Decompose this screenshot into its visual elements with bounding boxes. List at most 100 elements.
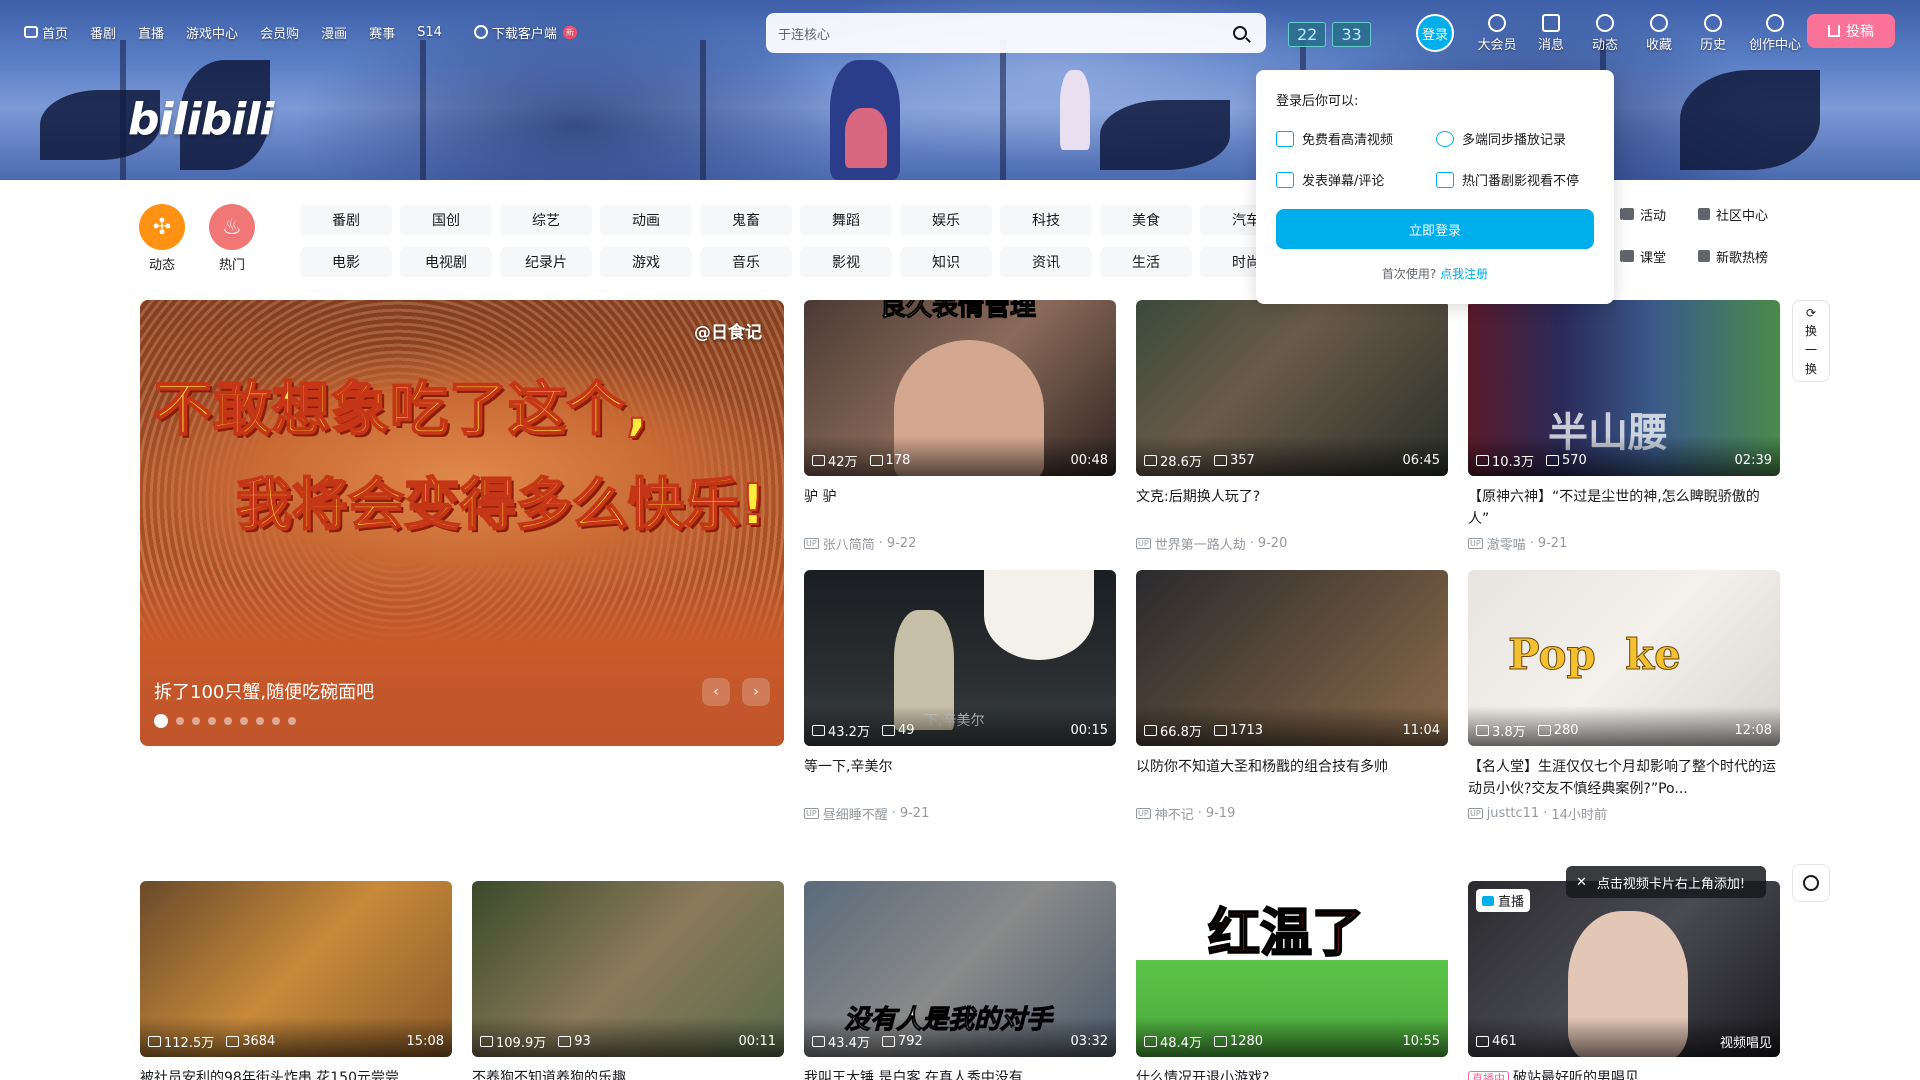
- video-card[interactable]: 109.9万 93 00:11 不养狗不知道养狗的乐趣: [472, 881, 784, 1080]
- video-thumbnail[interactable]: 28.6万 357 06:45: [1136, 300, 1448, 476]
- carousel-dot[interactable]: [154, 714, 168, 728]
- channel-tag[interactable]: 音乐: [700, 247, 792, 277]
- channel-tag[interactable]: 国创: [400, 205, 492, 235]
- video-meta[interactable]: UP 昼细睡不醒 · 9-21: [804, 804, 1116, 823]
- video-title[interactable]: 文克:后期换人玩了?: [1136, 486, 1448, 530]
- video-meta[interactable]: UP justtc11 · 14小时前: [1468, 804, 1780, 823]
- video-author[interactable]: 昼细睡不醒: [823, 804, 888, 823]
- nav-big-member[interactable]: 大会员: [1470, 14, 1524, 53]
- video-title[interactable]: 【原神六神】“不过是尘世的神,怎么睥睨骄傲的人”: [1468, 486, 1780, 530]
- search-bar[interactable]: 于连核心: [766, 13, 1266, 53]
- video-meta[interactable]: UP 澈零喵 · 9-21: [1468, 534, 1780, 553]
- video-card[interactable]: 直播 461 视频唱见 直播中 破站最好听的男唱见: [1468, 881, 1780, 1080]
- video-card[interactable]: 红温了 48.4万 1280 10:55 什么情况开退小游戏?: [1136, 881, 1448, 1080]
- nav-creator-center[interactable]: 创作中心: [1740, 14, 1810, 53]
- channel-tag[interactable]: 知识: [900, 247, 992, 277]
- channel-community[interactable]: 社区中心: [1698, 205, 1798, 224]
- video-title[interactable]: 不养狗不知道养狗的乐趣: [472, 1067, 784, 1080]
- carousel-caption[interactable]: 拆了100只蟹,随便吃碗面吧: [154, 678, 374, 704]
- nav-game-center[interactable]: 游戏中心: [186, 23, 238, 42]
- video-card[interactable]: 良久表情管理 42万 178 00:48 驴 驴 UP 张八简简 · 9-22: [804, 300, 1116, 553]
- video-card[interactable]: 下,辛美尔 43.2万 49 00:15 等一下,辛美尔 UP 昼细睡不醒·9-2…: [804, 570, 1116, 823]
- video-title[interactable]: 【名人堂】生涯仅仅七个月却影响了整个时代的运动员小伙?交友不慎经典案例?”Po.…: [1468, 756, 1780, 800]
- video-card[interactable]: 没有人是我的对手 43.4万 792 03:32 我叫王大锤,是白客,在真人秀中…: [804, 881, 1116, 1080]
- nav-dynamics[interactable]: 动态: [1578, 14, 1632, 53]
- carousel-dot[interactable]: [240, 717, 248, 725]
- header-game-ad[interactable]: 22 33: [1288, 22, 1371, 47]
- nav-messages[interactable]: 消息: [1524, 14, 1578, 53]
- search-input[interactable]: 于连核心: [778, 24, 1226, 43]
- video-author[interactable]: 神不记: [1155, 804, 1194, 823]
- watch-later-button[interactable]: [1792, 864, 1830, 902]
- channel-tag[interactable]: 番剧: [300, 205, 392, 235]
- channel-tag[interactable]: 科技: [1000, 205, 1092, 235]
- carousel-dot[interactable]: [176, 717, 184, 725]
- nav-s14[interactable]: S14: [417, 25, 442, 40]
- video-meta[interactable]: UP 张八简简 · 9-22: [804, 534, 1116, 553]
- video-thumbnail[interactable]: 良久表情管理 42万 178 00:48: [804, 300, 1116, 476]
- carousel-dot[interactable]: [256, 717, 264, 725]
- channel-tag[interactable]: 生活: [1100, 247, 1192, 277]
- video-author[interactable]: 澈零喵: [1487, 534, 1526, 553]
- video-card[interactable]: 112.5万 3684 15:08 被社员安利的98年街头炸串,花150元尝尝: [140, 881, 452, 1080]
- featured-carousel[interactable]: @日食记 不敢想象吃了这个, 我将会变得多么快乐! 拆了100只蟹,随便吃碗面吧…: [140, 300, 784, 746]
- video-thumbnail[interactable]: 66.8万 1713 11:04: [1136, 570, 1448, 746]
- nav-favorites[interactable]: 收藏: [1632, 14, 1686, 53]
- channel-tag[interactable]: 鬼畜: [700, 205, 792, 235]
- channel-tag[interactable]: 电视剧: [400, 247, 492, 277]
- channel-tag[interactable]: 动画: [600, 205, 692, 235]
- video-thumbnail[interactable]: 半山腰 10.3万 570 02:39: [1468, 300, 1780, 476]
- video-meta[interactable]: UP 神不记 · 9-19: [1136, 804, 1448, 823]
- channel-new-songs[interactable]: 新歌热榜: [1698, 247, 1798, 266]
- video-thumbnail[interactable]: 112.5万 3684 15:08: [140, 881, 452, 1057]
- carousel-prev-button[interactable]: ‹: [702, 678, 730, 706]
- video-thumbnail[interactable]: 没有人是我的对手 43.4万 792 03:32: [804, 881, 1116, 1057]
- nav-esports[interactable]: 赛事: [369, 23, 395, 42]
- channel-tag[interactable]: 影视: [800, 247, 892, 277]
- nav-live[interactable]: 直播: [138, 23, 164, 42]
- channel-dynamics[interactable]: ✣ 动态: [138, 204, 186, 273]
- video-author[interactable]: 张八简简: [823, 534, 875, 553]
- video-thumbnail[interactable]: 红温了 48.4万 1280 10:55: [1136, 881, 1448, 1057]
- video-title[interactable]: 被社员安利的98年街头炸串,花150元尝尝: [140, 1067, 452, 1080]
- carousel-dot[interactable]: [288, 717, 296, 725]
- video-thumbnail[interactable]: 下,辛美尔 43.2万 49 00:15: [804, 570, 1116, 746]
- video-title[interactable]: 以防你不知道大圣和杨戬的组合技有多帅: [1136, 756, 1448, 800]
- video-card[interactable]: 28.6万 357 06:45 文克:后期换人玩了? UP 世界第一路人劫 · 9-2…: [1136, 300, 1448, 553]
- video-meta[interactable]: UP 世界第一路人劫 · 9-20: [1136, 534, 1448, 553]
- channel-tag[interactable]: 舞蹈: [800, 205, 892, 235]
- login-avatar-button[interactable]: 登录: [1416, 14, 1454, 52]
- search-button[interactable]: [1226, 19, 1254, 47]
- nav-home[interactable]: 首页: [24, 23, 68, 42]
- carousel-next-button[interactable]: ›: [742, 678, 770, 706]
- video-title[interactable]: 什么情况开退小游戏?: [1136, 1067, 1448, 1080]
- nav-download-client[interactable]: 下载客户端新: [473, 23, 577, 42]
- bilibili-logo[interactable]: bilibili: [128, 94, 274, 145]
- channel-hot[interactable]: ♨ 热门: [208, 204, 256, 273]
- nav-history[interactable]: 历史: [1686, 14, 1740, 53]
- channel-tag[interactable]: 资讯: [1000, 247, 1092, 277]
- video-card[interactable]: Pop ke 3.8万 280 12:08 【名人堂】生涯仅仅七个月却影响了整个…: [1468, 570, 1780, 823]
- video-thumbnail[interactable]: 109.9万 93 00:11: [472, 881, 784, 1057]
- carousel-dot[interactable]: [224, 717, 232, 725]
- video-card[interactable]: 半山腰 10.3万 570 02:39 【原神六神】“不过是尘世的神,怎么睥睨骄…: [1468, 300, 1780, 553]
- channel-tag[interactable]: 电影: [300, 247, 392, 277]
- register-link[interactable]: 点我注册: [1440, 267, 1488, 281]
- channel-activity[interactable]: 活动: [1622, 205, 1682, 224]
- video-author[interactable]: 世界第一路人劫: [1155, 534, 1246, 553]
- nav-manga[interactable]: 漫画: [321, 23, 347, 42]
- channel-tag[interactable]: 游戏: [600, 247, 692, 277]
- channel-tag[interactable]: 纪录片: [500, 247, 592, 277]
- video-thumbnail[interactable]: Pop ke 3.8万 280 12:08: [1468, 570, 1780, 746]
- video-thumbnail[interactable]: 直播 461 视频唱见: [1468, 881, 1780, 1057]
- nav-anime[interactable]: 番剧: [90, 23, 116, 42]
- channel-tag[interactable]: 娱乐: [900, 205, 992, 235]
- carousel-dot[interactable]: [272, 717, 280, 725]
- video-title[interactable]: 直播中 破站最好听的男唱见: [1468, 1067, 1780, 1080]
- upload-button[interactable]: 投稿: [1807, 14, 1895, 48]
- login-now-button[interactable]: 立即登录: [1276, 209, 1594, 249]
- video-title[interactable]: 驴 驴: [804, 486, 1116, 530]
- refresh-button[interactable]: ⟳ 换 一 换: [1792, 300, 1830, 382]
- channel-tag[interactable]: 综艺: [500, 205, 592, 235]
- video-title[interactable]: 等一下,辛美尔: [804, 756, 1116, 800]
